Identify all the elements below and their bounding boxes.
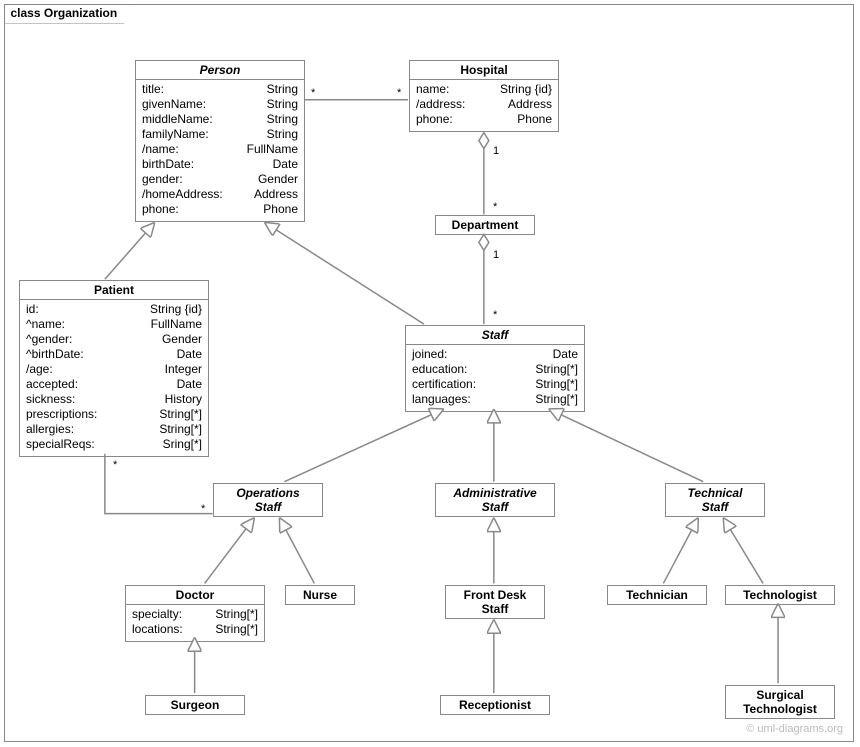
multiplicity: * <box>311 87 315 99</box>
class-technician: Technician <box>607 585 707 605</box>
class-doctor: Doctor specialty:String[*] locations:Str… <box>125 585 265 642</box>
class-attributes: id:String {id} ^name:FullName ^gender:Ge… <box>20 300 208 456</box>
class-title: Receptionist <box>441 696 549 714</box>
class-technical-staff: TechnicalStaff <box>665 483 765 517</box>
class-title: Department <box>436 216 534 234</box>
class-title: Patient <box>20 281 208 299</box>
frame-label: class Organization <box>4 4 137 24</box>
class-title: Front DeskStaff <box>446 586 544 618</box>
multiplicity: * <box>397 87 401 99</box>
class-attributes: name:String {id} /address:Address phone:… <box>410 80 558 131</box>
class-person: Person title:String givenName:String mid… <box>135 60 305 222</box>
class-patient: Patient id:String {id} ^name:FullName ^g… <box>19 280 209 457</box>
multiplicity: * <box>113 459 117 471</box>
class-title: Staff <box>406 326 584 344</box>
class-title: TechnicalStaff <box>666 484 764 516</box>
class-hospital: Hospital name:String {id} /address:Addre… <box>409 60 559 132</box>
multiplicity: 1 <box>493 145 499 157</box>
class-staff: Staff joined:Date education:String[*] ce… <box>405 325 585 412</box>
class-title: Surgeon <box>146 696 244 714</box>
class-title: Technologist <box>726 586 834 604</box>
multiplicity: * <box>201 503 205 515</box>
class-title: SurgicalTechnologist <box>726 686 834 718</box>
multiplicity: 1 <box>493 249 499 261</box>
class-department: Department <box>435 215 535 235</box>
class-operations-staff: OperationsStaff <box>213 483 323 517</box>
watermark: © uml-diagrams.org <box>746 723 843 735</box>
class-surgical-technologist: SurgicalTechnologist <box>725 685 835 719</box>
multiplicity: * <box>493 309 497 321</box>
multiplicity: * <box>493 201 497 213</box>
class-technologist: Technologist <box>725 585 835 605</box>
class-receptionist: Receptionist <box>440 695 550 715</box>
class-front-desk-staff: Front DeskStaff <box>445 585 545 619</box>
class-title: AdministrativeStaff <box>436 484 554 516</box>
class-attributes: specialty:String[*] locations:String[*] <box>126 605 264 641</box>
class-title: Nurse <box>286 586 354 604</box>
class-title: Hospital <box>410 61 558 79</box>
class-nurse: Nurse <box>285 585 355 605</box>
class-title: OperationsStaff <box>214 484 322 516</box>
class-title: Doctor <box>126 586 264 604</box>
class-title: Person <box>136 61 304 79</box>
class-title: Technician <box>608 586 706 604</box>
class-administrative-staff: AdministrativeStaff <box>435 483 555 517</box>
class-attributes: joined:Date education:String[*] certific… <box>406 345 584 411</box>
diagram-frame: class Organization Person title:String g… <box>4 4 854 742</box>
class-attributes: title:String givenName:String middleName… <box>136 80 304 221</box>
class-surgeon: Surgeon <box>145 695 245 715</box>
